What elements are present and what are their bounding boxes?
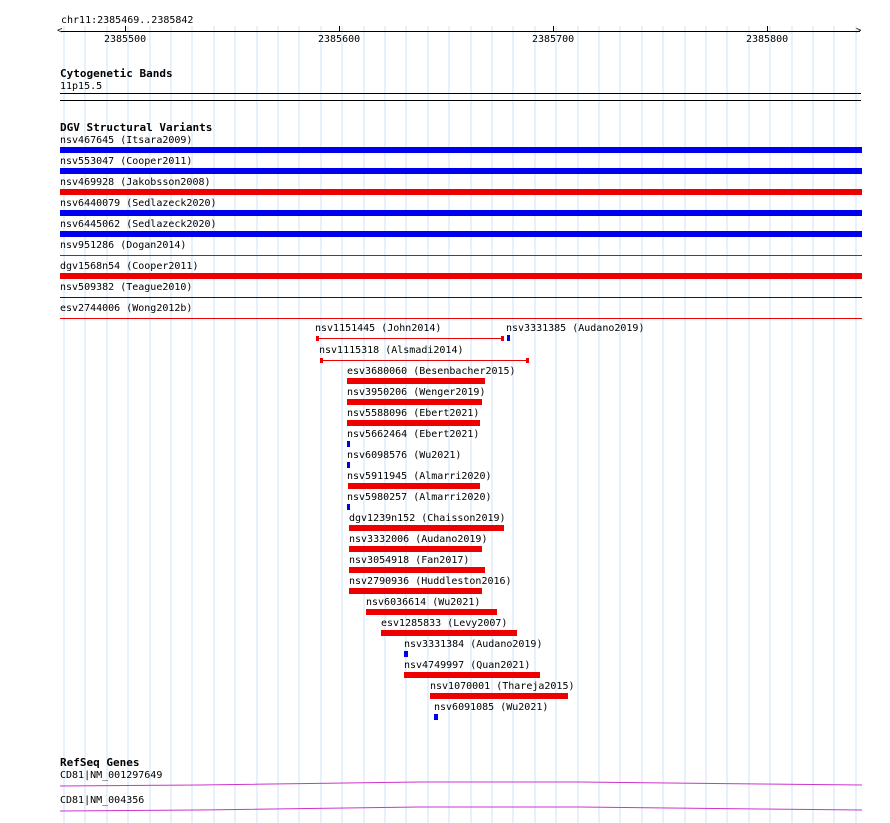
ruler-tick-label: 2385600 xyxy=(318,34,361,45)
variant-bar-endcap xyxy=(316,336,319,341)
variant-label: nsv4749997 (Quan2021) xyxy=(404,660,531,671)
variant-bar[interactable] xyxy=(349,546,482,552)
variant-bar[interactable] xyxy=(348,483,480,489)
variant-label: nsv3332006 (Audano2019) xyxy=(349,534,488,545)
cytoband-bar-top xyxy=(60,93,861,94)
variant-bar[interactable] xyxy=(347,420,480,426)
variant-label: nsv6036614 (Wu2021) xyxy=(366,597,481,608)
variant-label: nsv3054918 (Fan2017) xyxy=(349,555,470,566)
variant-label: nsv6440079 (Sedlazeck2020) xyxy=(60,198,217,209)
track-title: RefSeq Genes xyxy=(60,756,140,769)
variant-label: esv1285833 (Levy2007) xyxy=(381,618,508,629)
ruler-major-tick xyxy=(553,26,554,32)
variant-bar[interactable] xyxy=(60,318,862,319)
variant-bar[interactable] xyxy=(347,441,350,447)
track-title: Cytogenetic Bands xyxy=(60,67,173,80)
cytoband-label: 11p15.5 xyxy=(60,81,103,92)
variant-bar[interactable] xyxy=(60,168,862,174)
variant-label: nsv6091085 (Wu2021) xyxy=(434,702,549,713)
ruler-major-tick xyxy=(125,26,126,32)
variant-label: nsv2790936 (Huddleston2016) xyxy=(349,576,512,587)
variant-label: dgv1568n54 (Cooper2011) xyxy=(60,261,199,272)
variant-bar[interactable] xyxy=(60,147,862,153)
variant-label: nsv951286 (Dogan2014) xyxy=(60,240,187,251)
variant-bar[interactable] xyxy=(404,672,540,678)
ruler-tick-label: 2385500 xyxy=(104,34,147,45)
ruler-right-arrow-icon: > xyxy=(856,26,862,36)
variant-bar[interactable] xyxy=(430,693,568,699)
region-label: chr11:2385469..2385842 xyxy=(61,15,194,26)
variant-bar[interactable] xyxy=(349,525,504,531)
variant-label: nsv5980257 (Almarri2020) xyxy=(347,492,492,503)
variant-label: nsv3950206 (Wenger2019) xyxy=(347,387,486,398)
variant-bar[interactable] xyxy=(381,630,517,636)
variant-bar[interactable] xyxy=(347,399,482,405)
variant-label: nsv3331385 (Audano2019) xyxy=(506,323,645,334)
variant-bar[interactable] xyxy=(60,231,862,237)
variant-label: esv2744006 (Wong2012b) xyxy=(60,303,193,314)
variant-bar-endcap xyxy=(501,336,504,341)
variant-bar-endcap xyxy=(526,358,529,363)
variant-label: nsv469928 (Jakobsson2008) xyxy=(60,177,211,188)
variant-label: nsv1151445 (John2014) xyxy=(315,323,442,334)
variant-label: nsv5588096 (Ebert2021) xyxy=(347,408,480,419)
variant-label: nsv1115318 (Alsmadi2014) xyxy=(319,345,464,356)
gene-label: CD81|NM_004356 xyxy=(60,795,145,806)
variant-label: nsv3331384 (Audano2019) xyxy=(404,639,543,650)
variant-bar[interactable] xyxy=(60,255,862,256)
variant-label: nsv5662464 (Ebert2021) xyxy=(347,429,480,440)
variant-label: nsv509382 (Teague2010) xyxy=(60,282,193,293)
gene-intron-line[interactable] xyxy=(60,806,863,814)
gene-label: CD81|NM_001297649 xyxy=(60,770,163,781)
variant-label: nsv6098576 (Wu2021) xyxy=(347,450,462,461)
variant-bar[interactable] xyxy=(347,462,350,468)
variant-bar-endcap xyxy=(320,358,323,363)
variant-bar[interactable] xyxy=(60,189,862,195)
cytoband-bar-bottom xyxy=(60,100,861,101)
variant-bar[interactable] xyxy=(347,378,485,384)
variant-bar[interactable] xyxy=(320,360,528,361)
ruler-major-tick xyxy=(767,26,768,32)
variant-bar[interactable] xyxy=(366,609,497,615)
gene-line xyxy=(60,806,863,812)
track-title: DGV Structural Variants xyxy=(60,121,213,134)
ruler-tick-label: 2385800 xyxy=(746,34,789,45)
variant-bar[interactable] xyxy=(349,567,485,573)
ruler-major-tick xyxy=(339,26,340,32)
variant-bar[interactable] xyxy=(507,335,510,341)
gene-line xyxy=(60,781,863,787)
variant-label: nsv5911945 (Almarri2020) xyxy=(347,471,492,482)
ruler-axis xyxy=(61,31,860,32)
variant-bar[interactable] xyxy=(404,651,408,657)
variant-bar[interactable] xyxy=(60,297,862,298)
variant-bar[interactable] xyxy=(434,714,438,720)
variant-label: nsv1070001 (Thareja2015) xyxy=(430,681,575,692)
variant-label: dgv1239n152 (Chaisson2019) xyxy=(349,513,506,524)
variant-bar[interactable] xyxy=(347,504,350,510)
variant-label: esv3680060 (Besenbacher2015) xyxy=(347,366,516,377)
variant-bar[interactable] xyxy=(60,273,862,279)
gene-intron-line[interactable] xyxy=(60,781,863,789)
variant-label: nsv467645 (Itsara2009) xyxy=(60,135,193,146)
variant-bar[interactable] xyxy=(349,588,482,594)
variant-bar[interactable] xyxy=(316,338,503,339)
variant-label: nsv553047 (Cooper2011) xyxy=(60,156,193,167)
variant-label: nsv6445062 (Sedlazeck2020) xyxy=(60,219,217,230)
variant-bar[interactable] xyxy=(60,210,862,216)
ruler-tick-label: 2385700 xyxy=(532,34,575,45)
